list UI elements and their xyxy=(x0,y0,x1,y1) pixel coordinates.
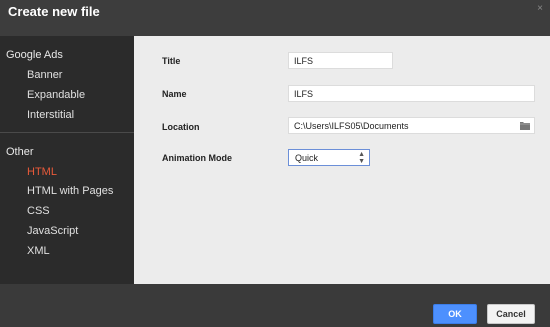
spinner-arrows-icon[interactable]: ▲ ▼ xyxy=(358,151,365,165)
dialog-title: Create new file xyxy=(8,4,100,19)
sidebar-item-banner[interactable]: Banner xyxy=(27,69,62,81)
sidebar-item-javascript[interactable]: JavaScript xyxy=(27,225,78,237)
category-other: Other xyxy=(6,146,34,158)
sidebar-divider xyxy=(0,132,134,133)
name-field[interactable]: ILFS xyxy=(288,85,535,102)
folder-icon[interactable] xyxy=(520,121,530,130)
sidebar-item-expandable[interactable]: Expandable xyxy=(27,89,85,101)
cancel-button[interactable]: Cancel xyxy=(487,304,535,324)
ok-button[interactable]: OK xyxy=(433,304,477,324)
location-field[interactable]: C:\Users\ILFS05\Documents xyxy=(288,117,535,134)
name-label: Name xyxy=(162,89,187,99)
title-label: Title xyxy=(162,56,181,66)
sidebar-item-html[interactable]: HTML xyxy=(27,166,57,178)
sidebar-item-interstitial[interactable]: Interstitial xyxy=(27,109,74,121)
location-value: C:\Users\ILFS05\Documents xyxy=(294,120,409,131)
sidebar-item-html-with-pages[interactable]: HTML with Pages xyxy=(27,185,113,197)
dialog-titlebar: Create new file × xyxy=(0,0,550,36)
location-label: Location xyxy=(162,122,200,132)
file-type-sidebar: Google Ads Banner Expandable Interstitia… xyxy=(0,36,134,284)
animation-mode-value: Quick xyxy=(295,152,319,163)
category-google-ads: Google Ads xyxy=(6,49,63,61)
title-field[interactable]: ILFS xyxy=(288,52,393,69)
sidebar-item-css[interactable]: CSS xyxy=(27,205,50,217)
animation-mode-label: Animation Mode xyxy=(162,153,232,163)
close-icon[interactable]: × xyxy=(537,3,543,14)
sidebar-item-xml[interactable]: XML xyxy=(27,245,50,257)
animation-mode-select[interactable]: Quick ▲ ▼ xyxy=(288,149,370,166)
